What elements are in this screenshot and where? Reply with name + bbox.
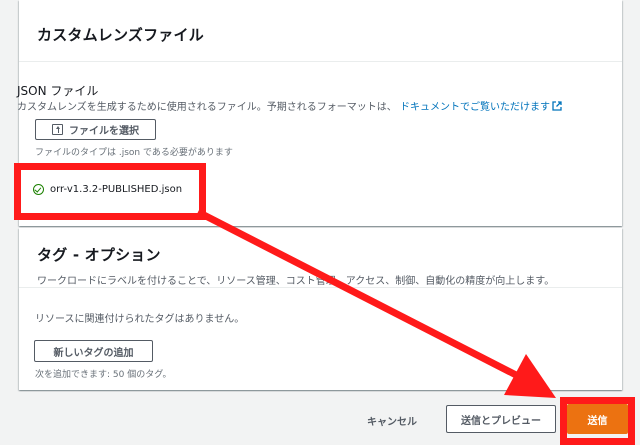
add-tag-label: 新しいタグの追加	[53, 347, 134, 359]
annotation-highlight-file	[14, 163, 206, 220]
tag-limit-hint: 次を追加できます: 50 個のタグ。	[35, 370, 172, 380]
add-tag-button[interactable]: 新しいタグの追加	[34, 340, 153, 362]
documentation-link[interactable]: ドキュメントでご覧いただけます	[400, 101, 562, 113]
choose-file-button[interactable]: ファイルを選択	[35, 119, 156, 140]
panel-header: カスタムレンズファイル	[19, 0, 622, 62]
panel-title: カスタムレンズファイル	[37, 26, 204, 44]
file-type-hint: ファイルのタイプは .json である必要があります	[35, 148, 233, 158]
no-tags-message: リソースに関連付けられたタグはありません。	[35, 314, 245, 325]
annotation-highlight-submit	[560, 397, 635, 445]
json-file-description-text: カスタムレンズを生成するために使用されるファイル。予期されるフォーマットは、	[17, 102, 397, 113]
panel-header: タグ - オプション ワークロードにラベルを付けることで、リソース管理、コスト管…	[19, 228, 622, 288]
submit-and-preview-label: 送信とプレビュー	[461, 415, 541, 427]
json-file-label: JSON ファイル	[17, 84, 99, 98]
panel-description: ワークロードにラベルを付けることで、リソース管理、コスト管理、アクセス、制御、自…	[37, 276, 555, 287]
documentation-link-label: ドキュメントでご覧いただけます	[400, 102, 550, 113]
cancel-button[interactable]: キャンセル	[367, 413, 417, 428]
external-link-icon	[552, 101, 562, 111]
choose-file-label: ファイルを選択	[69, 126, 139, 137]
upload-icon	[52, 124, 63, 135]
submit-and-preview-button[interactable]: 送信とプレビュー	[446, 405, 556, 433]
panel-title: タグ - オプション	[37, 246, 161, 264]
json-file-description: カスタムレンズを生成するために使用されるファイル。予期されるフォーマットは、 ド…	[17, 98, 562, 113]
tags-panel: タグ - オプション ワークロードにラベルを付けることで、リソース管理、コスト管…	[19, 228, 622, 390]
